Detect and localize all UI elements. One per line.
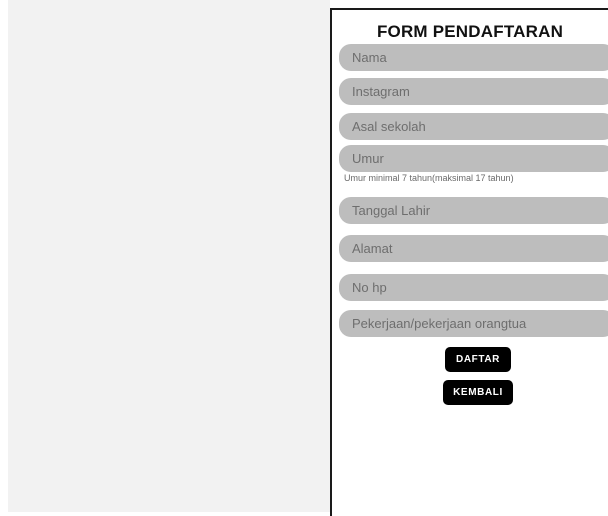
- phone-field[interactable]: No hp: [339, 274, 608, 301]
- instagram-field[interactable]: Instagram: [339, 78, 608, 105]
- registration-screen: FORM PENDAFTARAN Nama Instagram Asal sek…: [330, 8, 608, 516]
- name-field[interactable]: Nama: [339, 44, 608, 71]
- birth-date-field[interactable]: Tanggal Lahir: [339, 197, 608, 224]
- age-field[interactable]: Umur: [339, 145, 608, 172]
- school-field[interactable]: Asal sekolah: [339, 113, 608, 140]
- register-button[interactable]: DAFTAR: [445, 347, 511, 372]
- back-button[interactable]: KEMBALI: [443, 380, 513, 405]
- occupation-field[interactable]: Pekerjaan/pekerjaan orangtua: [339, 310, 608, 337]
- age-hint: Umur minimal 7 tahun(maksimal 17 tahun): [344, 173, 514, 183]
- empty-left-pane: [8, 0, 330, 512]
- form-title: FORM PENDAFTARAN: [376, 22, 564, 41]
- address-field[interactable]: Alamat: [339, 235, 608, 262]
